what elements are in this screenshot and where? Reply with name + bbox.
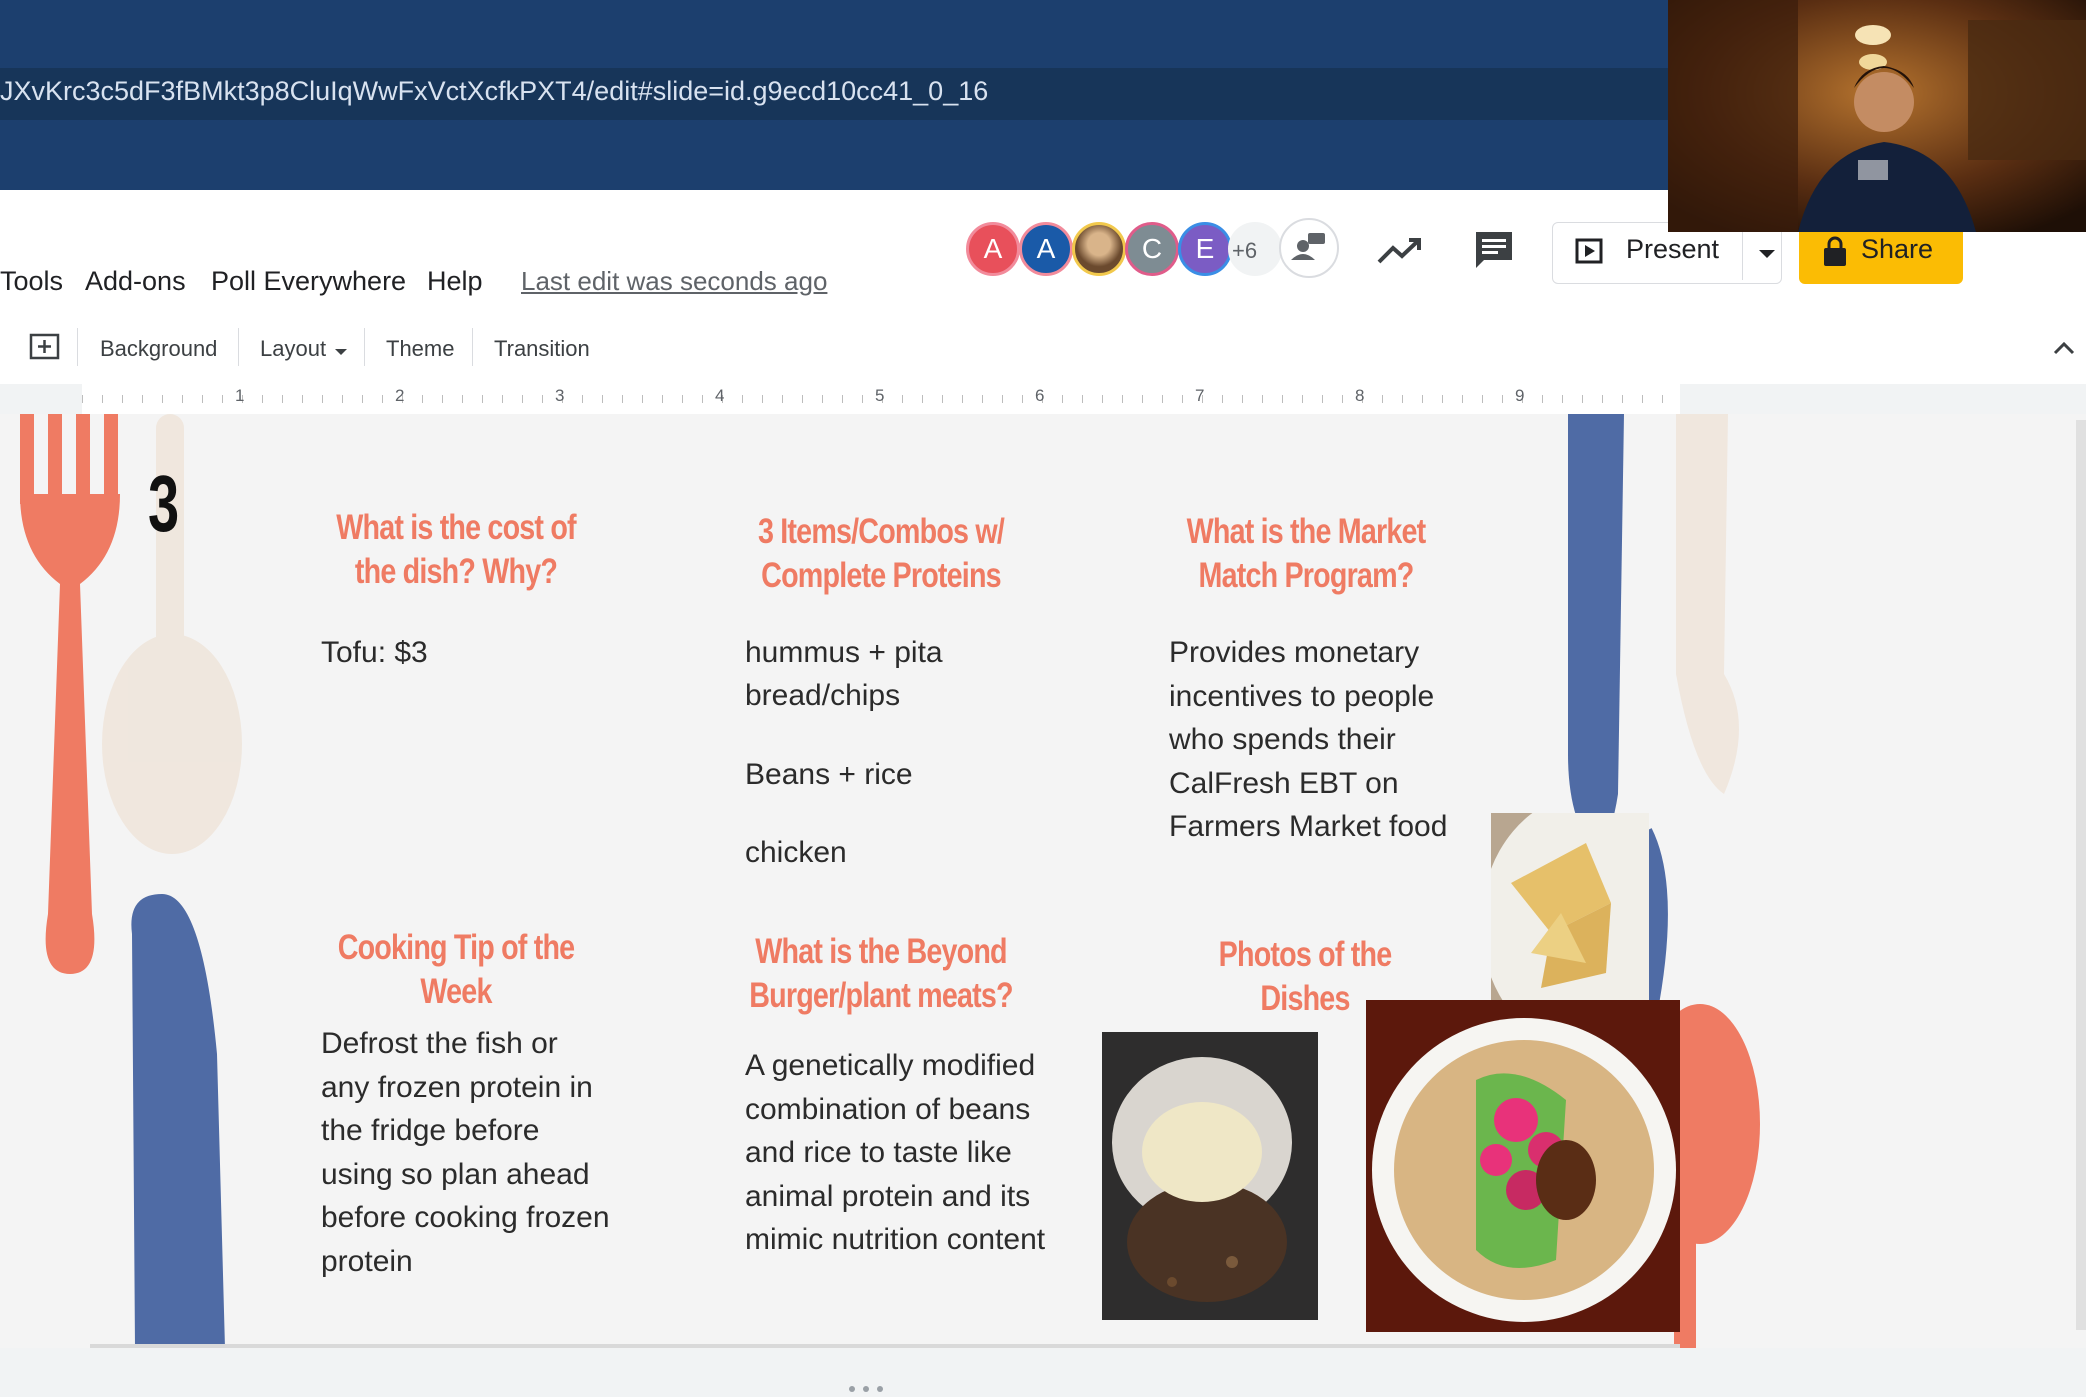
combos-line-4: chicken	[745, 836, 847, 869]
present-label: Present	[1626, 234, 1720, 264]
new-slide-button[interactable]	[28, 330, 62, 364]
ruler-number: 7	[1195, 386, 1205, 405]
slide-number: 3	[148, 459, 180, 548]
menu-poll-everywhere[interactable]: Poll Everywhere	[211, 266, 406, 297]
avatar-letter: A	[983, 233, 1003, 264]
toolbar-divider	[238, 328, 239, 366]
cost-body: Tofu: $3	[321, 636, 428, 669]
knife-icon	[1568, 414, 1624, 854]
ruler-number: 8	[1355, 386, 1365, 405]
chat-collaborators-button[interactable]	[1279, 218, 1339, 278]
people-chat-icon	[1291, 233, 1325, 260]
quesadilla-photo[interactable]	[1491, 813, 1649, 1025]
ruler-number: 5	[875, 386, 885, 405]
combos-line-3: Beans + rice	[745, 758, 913, 791]
plate-photo[interactable]	[1102, 1032, 1318, 1320]
collaborator-avatar[interactable]: C	[1125, 222, 1179, 276]
share-lock-icon	[1820, 236, 1850, 273]
comment-icon	[1476, 232, 1512, 268]
collaborator-avatar[interactable]: A	[966, 222, 1020, 276]
present-icon	[1574, 236, 1604, 271]
url-text[interactable]: JXvKrc3c5dF3fBMkt3p8CluIqWwFxVctXcfkPXT4…	[0, 76, 988, 107]
ruler-number: 1	[235, 386, 245, 405]
caret-down-icon	[334, 344, 348, 362]
toolbar-divider	[364, 328, 365, 366]
caret-down-icon	[1759, 250, 1775, 258]
spoon-icon	[1676, 414, 1739, 794]
knife-icon	[131, 894, 225, 1348]
more-collaborators-count: +6	[1232, 238, 1258, 263]
webcam-video	[1668, 0, 2086, 232]
beyond-body: A genetically modified combination of be…	[745, 1049, 1046, 1256]
combos-line-2: bread/chips	[745, 679, 901, 712]
ruler-number: 9	[1515, 386, 1525, 405]
combos-line-1: hummus + pita	[745, 636, 943, 669]
comments-button[interactable]	[1472, 228, 1516, 272]
combos-heading: 3 Items/Combos w/ Complete Proteins	[757, 512, 1005, 595]
present-options-button[interactable]	[1752, 238, 1782, 268]
menu-tools[interactable]: Tools	[0, 266, 63, 297]
present-divider	[1742, 226, 1743, 280]
background-button[interactable]: Background	[100, 336, 217, 362]
tip-heading: Cooking Tip of the Week	[337, 928, 575, 1011]
collaborator-avatar-photo[interactable]	[1072, 222, 1126, 276]
speaker-notes-bar[interactable]	[0, 1348, 2086, 1397]
toolbar-divider	[472, 328, 473, 366]
ruler-number: 4	[715, 386, 725, 405]
ruler-number: 6	[1035, 386, 1045, 405]
avatar-letter: C	[1141, 233, 1163, 264]
share-label: Share	[1861, 234, 1934, 264]
menu-help[interactable]: Help	[427, 266, 483, 297]
collaborator-avatar[interactable]: A	[1019, 222, 1073, 276]
avatar-letter: A	[1036, 233, 1056, 264]
menu-add-ons[interactable]: Add-ons	[85, 266, 186, 297]
transition-button[interactable]: Transition	[494, 336, 590, 362]
collapse-toolbar-button[interactable]	[2050, 336, 2078, 360]
ruler-number: 3	[555, 386, 565, 405]
toolbar-divider	[77, 328, 78, 366]
theme-button[interactable]: Theme	[386, 336, 454, 362]
ruler-number: 2	[395, 386, 405, 405]
drag-handle-icon[interactable]	[846, 1380, 886, 1392]
activity-dashboard-button[interactable]	[1375, 228, 1425, 272]
market-heading: What is the Market Match Program?	[1186, 512, 1427, 595]
trending-up-icon	[1377, 238, 1421, 264]
layout-button[interactable]: Layout	[260, 336, 326, 362]
collaborator-avatar[interactable]: E	[1178, 222, 1232, 276]
avatar-letter: E	[1195, 233, 1215, 264]
last-edit-link[interactable]: Last edit was seconds ago	[521, 266, 827, 297]
beyond-heading: What is the Beyond Burger/plant meats?	[749, 932, 1013, 1015]
chevron-up-icon	[2053, 341, 2075, 355]
market-body: Provides monetary incentives to people w…	[1169, 636, 1448, 843]
cost-heading: What is the cost of the dish? Why?	[336, 508, 576, 591]
tip-body: Defrost the fish or any frozen protein i…	[321, 1027, 610, 1278]
add-box-icon	[29, 333, 60, 360]
fork-icon	[20, 414, 120, 974]
wrap-photo[interactable]	[1366, 1000, 1680, 1332]
